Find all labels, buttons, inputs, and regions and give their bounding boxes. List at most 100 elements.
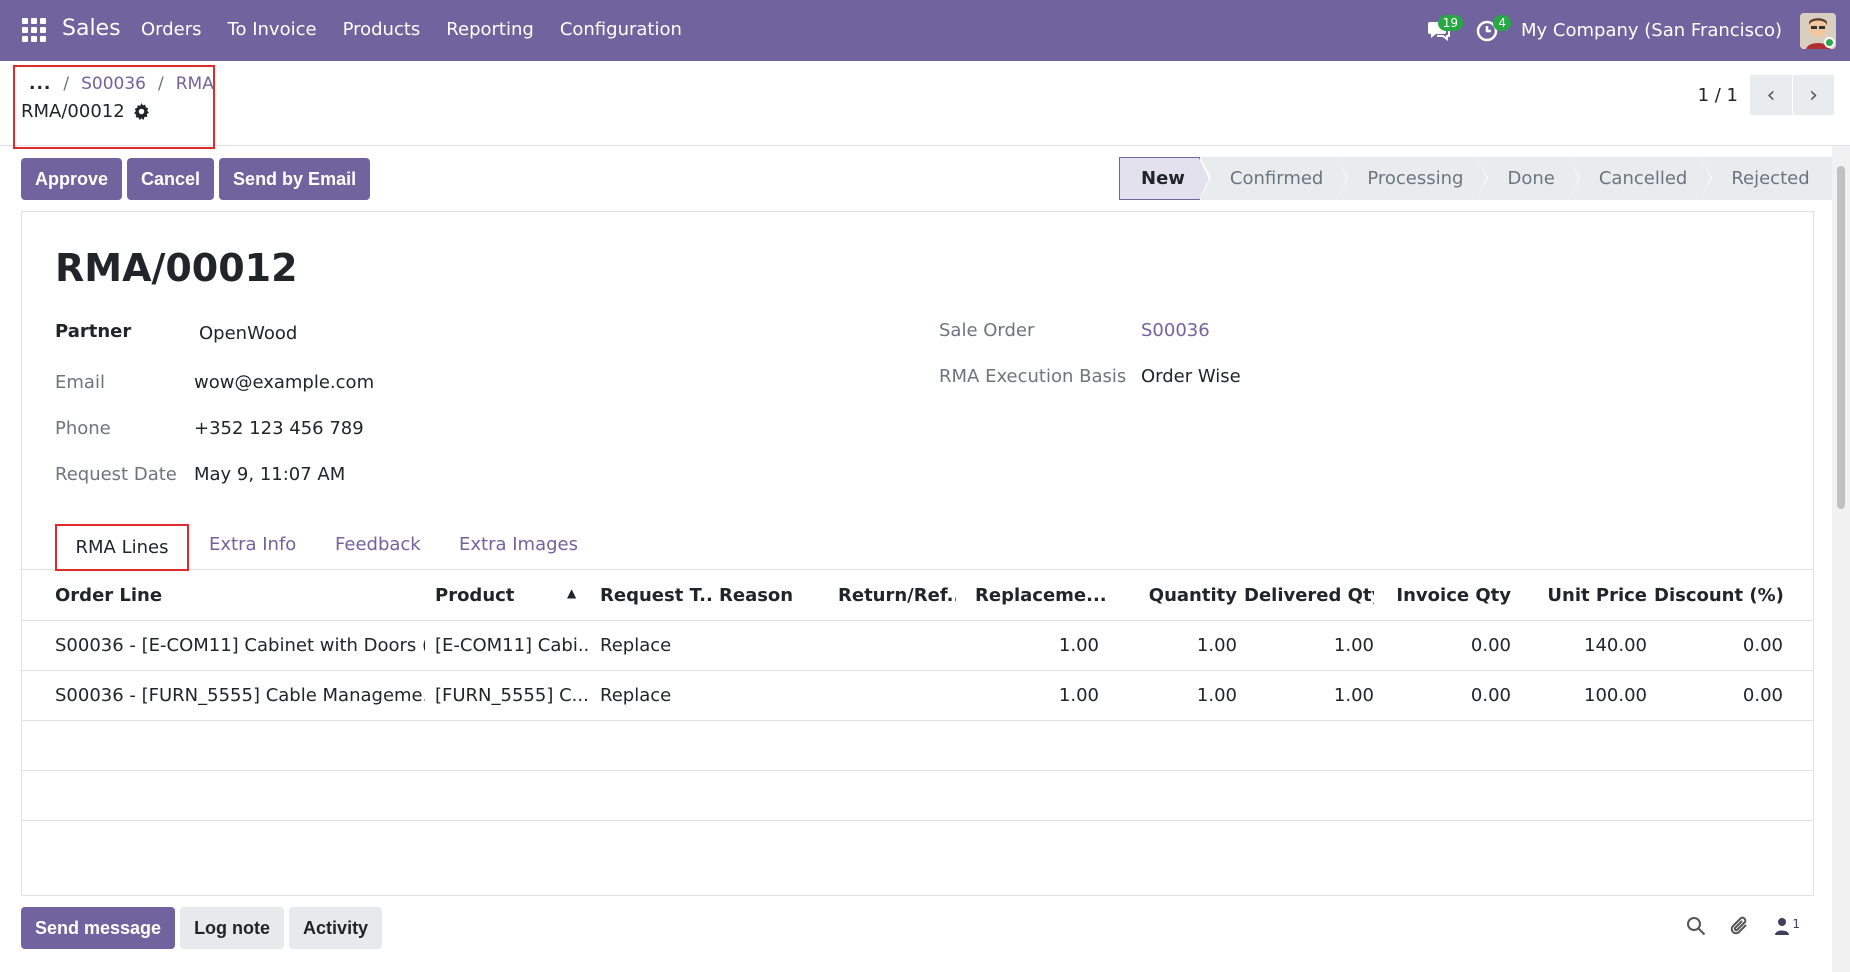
cell-return-refund [838, 621, 956, 671]
request-date-field[interactable]: May 9, 11:07 AM [194, 464, 345, 485]
cell-return-refund [838, 671, 956, 721]
cell-product: [FURN_5555] C... [435, 685, 589, 706]
cell-discount: 0.00 [1742, 685, 1783, 706]
chatter-tools: 1 [1686, 915, 1800, 937]
followers-count: 1 [1792, 917, 1800, 931]
menu-reporting[interactable]: Reporting [446, 19, 534, 40]
tab-rma-lines[interactable]: RMA Lines [55, 524, 189, 571]
top-navbar: Sales Orders To Invoice Products Reporti… [0, 0, 1850, 61]
chatter-topbar: Send message Log note Activity [21, 907, 383, 949]
activity-button[interactable]: Activity [289, 907, 383, 949]
cell-invoice-qty: 0.00 [1470, 635, 1511, 656]
messages-button[interactable]: 19 [1419, 11, 1464, 51]
paperclip-icon[interactable] [1730, 915, 1750, 937]
approve-button[interactable]: Approve [21, 158, 123, 200]
cell-discount: 0.00 [1742, 635, 1783, 656]
column-product[interactable]: Product [435, 571, 575, 621]
cell-request-type: Replace [600, 635, 672, 656]
column-return-refund[interactable]: Return/Ref... [838, 571, 956, 621]
phone-field[interactable]: +352 123 456 789 [194, 418, 364, 439]
breadcrumb-separator: / [63, 74, 70, 94]
cell-product: [E-COM11] Cabi... [435, 635, 590, 656]
partner-label: Partner [55, 321, 132, 342]
app-menu-icon[interactable] [22, 18, 46, 42]
cell-replacement: 1.00 [1058, 635, 1099, 656]
column-reason[interactable]: Reason [719, 571, 829, 621]
tab-extra-info[interactable]: Extra Info [209, 534, 296, 555]
sort-ascending-icon: ▲ [567, 586, 577, 600]
cell-quantity: 1.00 [1196, 685, 1237, 706]
tab-extra-images[interactable]: Extra Images [459, 534, 578, 555]
table-row[interactable]: S00036 - [FURN_5555] Cable Manageme... [… [22, 671, 1813, 721]
chevron-left-icon: ‹ [1766, 82, 1776, 108]
cell-replacement: 1.00 [1058, 685, 1099, 706]
empty-row [22, 721, 1813, 771]
send-message-button[interactable]: Send message [21, 907, 176, 949]
search-icon[interactable] [1686, 916, 1706, 936]
stage-cancelled[interactable]: Cancelled [1568, 157, 1712, 200]
stage-done[interactable]: Done [1477, 157, 1580, 200]
send-by-email-button[interactable]: Send by Email [219, 158, 371, 200]
cell-order-line: S00036 - [E-COM11] Cabinet with Doors (.… [55, 635, 425, 656]
cell-unit-price: 140.00 [1584, 635, 1647, 656]
menu-orders[interactable]: Orders [141, 19, 202, 40]
column-request-type[interactable]: Request T... [600, 571, 712, 621]
page-scrollbar[interactable] [1832, 146, 1850, 972]
notebook-tabs: RMA Lines Extra Info Feedback Extra Imag… [22, 518, 1813, 571]
log-note-button[interactable]: Log note [180, 907, 285, 949]
menu-configuration[interactable]: Configuration [560, 19, 682, 40]
breadcrumb-rma[interactable]: RMA [176, 74, 214, 94]
menu-products[interactable]: Products [343, 19, 421, 40]
column-discount[interactable]: Discount (%) [1654, 571, 1783, 621]
cell-request-type: Replace [600, 685, 672, 706]
breadcrumb-sale-order[interactable]: S00036 [81, 74, 146, 94]
cell-delivered-qty: 1.00 [1333, 685, 1374, 706]
sale-order-label: Sale Order [939, 320, 1035, 341]
stage-label: Rejected [1731, 168, 1810, 189]
cell-reason [719, 621, 829, 671]
pager: 1 / 1 ‹ › [1698, 75, 1850, 115]
cell-unit-price: 100.00 [1584, 685, 1647, 706]
sale-order-link[interactable]: S00036 [1141, 320, 1210, 341]
pager-next-button[interactable]: › [1792, 75, 1834, 115]
cancel-button[interactable]: Cancel [127, 158, 215, 200]
activities-button[interactable]: 4 [1467, 11, 1512, 51]
column-delivered-qty[interactable]: Delivered Qty [1244, 571, 1374, 621]
online-status-dot [1824, 36, 1835, 48]
partner-field[interactable]: OpenWood [199, 323, 297, 344]
form-sheet: RMA/00012 Partner OpenWood Email wow@exa… [21, 211, 1814, 896]
breadcrumb: ... / S00036 / RMA [29, 74, 214, 94]
breadcrumb-separator: / [157, 74, 164, 94]
table-row[interactable]: S00036 - [E-COM11] Cabinet with Doors (.… [22, 621, 1813, 671]
main-menu: Orders To Invoice Products Reporting Con… [141, 19, 682, 40]
stage-label: Cancelled [1598, 168, 1688, 189]
company-switcher[interactable]: My Company (San Francisco) [1521, 20, 1782, 41]
tab-feedback[interactable]: Feedback [335, 534, 421, 555]
empty-row [22, 771, 1813, 821]
app-name[interactable]: Sales [62, 16, 121, 41]
column-invoice-qty[interactable]: Invoice Qty [1382, 571, 1511, 621]
scrollbar-thumb[interactable] [1837, 166, 1845, 509]
pager-previous-button[interactable]: ‹ [1750, 75, 1792, 115]
stage-label: New [1141, 168, 1185, 189]
execution-basis-field[interactable]: Order Wise [1141, 366, 1241, 387]
column-replacement[interactable]: Replaceme... [975, 571, 1111, 621]
breadcrumb-more[interactable]: ... [29, 74, 51, 94]
record-title: RMA/00012 [55, 246, 298, 290]
current-record-name: RMA/00012 [21, 101, 125, 122]
menu-to-invoice[interactable]: To Invoice [228, 19, 317, 40]
gear-icon[interactable] [133, 103, 150, 120]
stage-label: Confirmed [1229, 168, 1324, 189]
column-order-line[interactable]: Order Line [55, 571, 415, 621]
column-unit-price[interactable]: Unit Price [1518, 571, 1647, 621]
stage-confirmed[interactable]: Confirmed [1199, 157, 1348, 200]
stage-rejected[interactable]: Rejected [1701, 157, 1832, 200]
pager-value[interactable]: 1 / 1 [1698, 85, 1738, 106]
request-date-label: Request Date [55, 464, 177, 485]
followers-button[interactable]: 1 [1774, 917, 1800, 935]
user-avatar[interactable] [1800, 12, 1836, 49]
stage-new[interactable]: New [1119, 157, 1209, 200]
column-quantity[interactable]: Quantity [1117, 571, 1237, 621]
email-field[interactable]: wow@example.com [194, 372, 374, 393]
stage-processing[interactable]: Processing [1337, 157, 1488, 200]
